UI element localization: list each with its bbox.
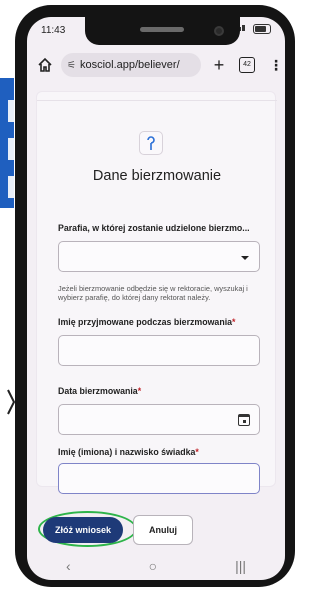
parish-help-text: Jeżeli bierzmowanie odbędzie się w rekto… xyxy=(58,284,248,302)
form-card: Dane bierzmowanie Parafia, w której zost… xyxy=(36,91,277,494)
new-tab-icon[interactable]: + xyxy=(211,55,227,76)
background-stripe xyxy=(8,138,14,160)
parish-label: Parafia, w której zostanie udzielone bie… xyxy=(58,223,250,233)
background-stripe xyxy=(8,176,14,198)
url-field[interactable]: ⚟ kosciol.app/believer/ xyxy=(61,53,201,77)
chevron-down-icon xyxy=(241,256,249,260)
sponsor-name-input[interactable] xyxy=(58,463,260,494)
menu-icon[interactable]: ⋮ xyxy=(269,57,283,74)
form-title: Dane bierzmowanie xyxy=(92,168,222,184)
site-settings-icon[interactable]: ⚟ xyxy=(67,60,76,71)
url-text: kosciol.app/believer/ xyxy=(79,59,180,71)
required-mark: * xyxy=(232,317,236,327)
confirmation-name-input[interactable] xyxy=(58,335,260,366)
speaker-grille xyxy=(140,27,184,32)
recents-icon[interactable]: ||| xyxy=(235,558,246,574)
home-nav-icon[interactable]: ○ xyxy=(149,558,157,574)
background-stripe xyxy=(8,100,14,122)
sponsor-label: Imię (imiona) i nazwisko świadka* xyxy=(58,447,199,457)
status-time: 11:43 xyxy=(41,25,66,36)
android-nav-bar: ‹ ○ ||| xyxy=(27,552,285,580)
home-icon[interactable] xyxy=(37,57,53,73)
page-content: Dane bierzmowanie Parafia, w której zost… xyxy=(27,87,285,547)
parish-select[interactable] xyxy=(58,241,260,272)
required-mark: * xyxy=(195,447,199,457)
name-label: Imię przyjmowane podczas bierzmowania* xyxy=(58,317,236,327)
date-label: Data bierzmowania* xyxy=(58,386,142,396)
cancel-button[interactable]: Anuluj xyxy=(133,515,193,545)
phone-screen: 11:43 ⚟ kosciol.app/believer/ + 42 ⋮ Dan… xyxy=(27,17,285,580)
divider xyxy=(37,100,277,101)
browser-url-bar: ⚟ kosciol.app/believer/ + 42 ⋮ xyxy=(27,49,285,81)
front-camera xyxy=(214,26,224,36)
calendar-icon[interactable] xyxy=(238,414,250,426)
app-logo-icon xyxy=(139,131,163,155)
battery-icon xyxy=(253,23,271,34)
back-icon[interactable]: ‹ xyxy=(66,558,71,574)
tab-switcher-icon[interactable]: 42 xyxy=(239,57,255,73)
confirmation-date-input[interactable] xyxy=(58,404,260,435)
submit-button[interactable]: Złóż wniosek xyxy=(43,517,123,543)
required-mark: * xyxy=(137,386,142,396)
